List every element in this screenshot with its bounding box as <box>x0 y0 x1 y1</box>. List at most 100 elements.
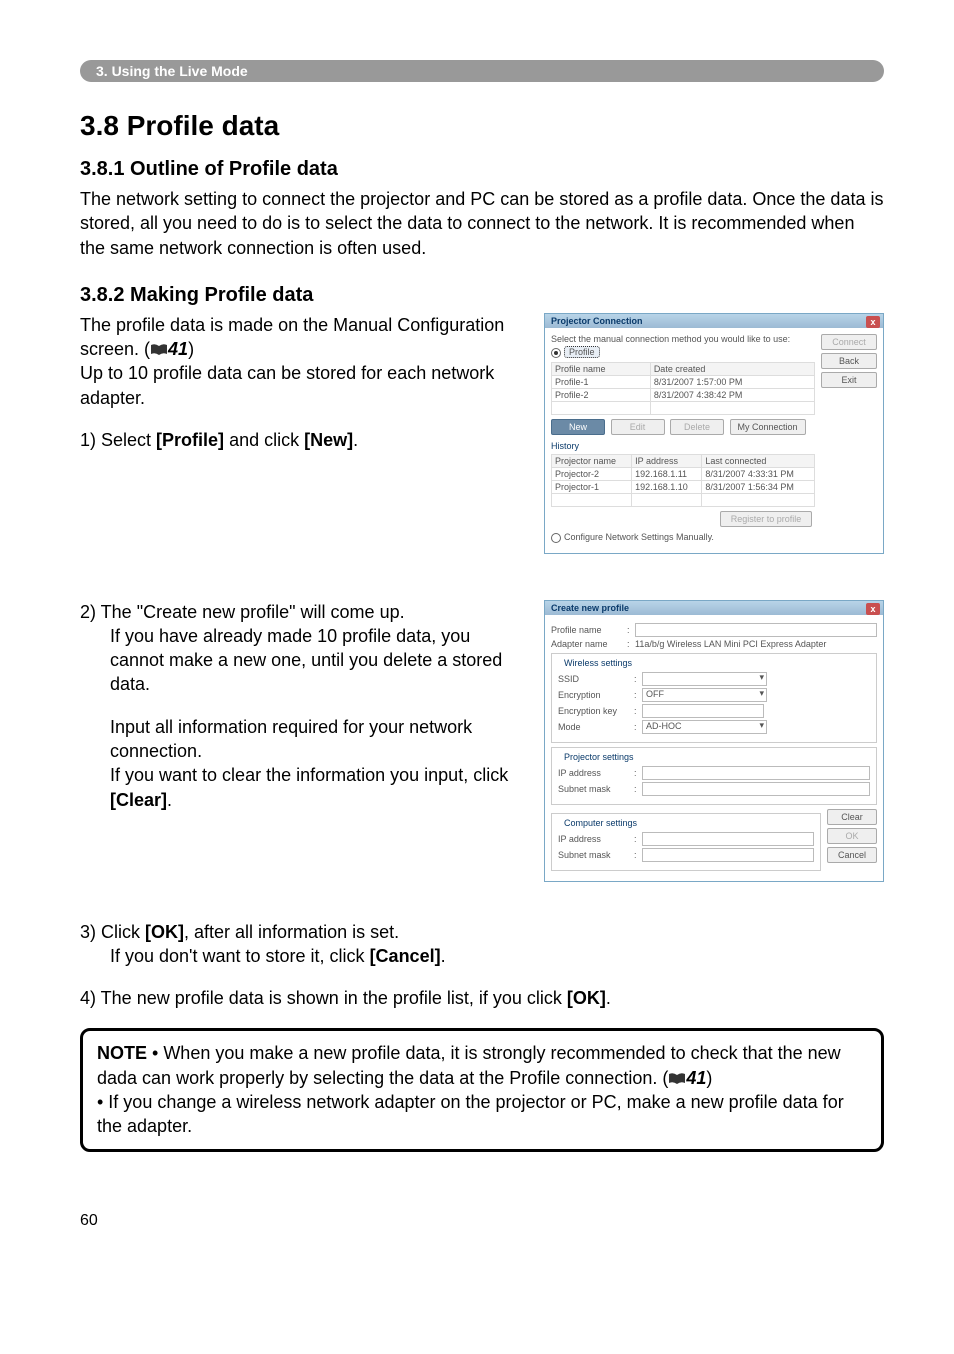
col-ip: IP address <box>632 454 702 467</box>
history-table: Projector nameIP addressLast connected P… <box>551 454 815 507</box>
chapter-title: 3. Using the Live Mode <box>96 63 248 79</box>
table-row: Profile-18/31/2007 1:57:00 PM <box>552 375 815 388</box>
page-number: 60 <box>80 1212 884 1230</box>
ref1: 41 <box>168 339 188 359</box>
profile-table: Profile nameDate created Profile-18/31/2… <box>551 362 815 415</box>
p1c: Up to 10 profile data can be stored for … <box>80 363 494 407</box>
table-row: Projector-2192.168.1.118/31/2007 4:33:31… <box>552 467 815 480</box>
step3d: If you don't want to store it, click <box>110 946 370 966</box>
note-ref: 41 <box>686 1068 706 1088</box>
enckey-input[interactable] <box>642 704 764 718</box>
step2d: If you want to clear the information you… <box>110 765 508 785</box>
outline-body: The network setting to connect the proje… <box>80 187 884 260</box>
col-profile-name: Profile name <box>552 362 651 375</box>
close-icon[interactable]: x <box>866 603 880 615</box>
proj-ip-label: IP address <box>558 768 634 778</box>
dialog1-title: Projector Connection <box>551 316 643 326</box>
delete-button[interactable]: Delete <box>670 419 724 435</box>
radio-dot-icon <box>551 533 561 543</box>
radio-profile-label: Profile <box>564 346 600 358</box>
new-button[interactable]: New <box>551 419 605 435</box>
note-p1: • When you make a new profile data, it i… <box>97 1043 841 1087</box>
book-icon <box>150 344 168 356</box>
ssid-select[interactable] <box>642 672 767 686</box>
ssid-label: SSID <box>558 674 634 684</box>
comp-ip-input[interactable] <box>642 832 814 846</box>
connect-button[interactable]: Connect <box>821 334 877 350</box>
encryption-label: Encryption <box>558 690 634 700</box>
radio-manual[interactable]: Configure Network Settings Manually. <box>551 532 815 543</box>
step4c: . <box>606 988 611 1008</box>
radio-dot-icon <box>551 348 561 358</box>
dialog1-subtitle: Select the manual connection method you … <box>551 334 815 344</box>
encryption-select[interactable]: OFF <box>642 688 767 702</box>
step3f: . <box>441 946 446 966</box>
proj-subnet-label: Subnet mask <box>558 784 634 794</box>
col-date-created: Date created <box>650 362 814 375</box>
step2e: [Clear] <box>110 790 167 810</box>
back-button[interactable]: Back <box>821 353 877 369</box>
table-row <box>552 493 815 506</box>
profile-name-label: Profile name <box>551 625 627 635</box>
table-row: Projector-1192.168.1.108/31/2007 1:56:34… <box>552 480 815 493</box>
p1a: The profile data is made on the Manual C… <box>80 315 504 359</box>
proj-ip-input[interactable] <box>642 766 870 780</box>
note-label: NOTE <box>97 1043 147 1063</box>
step2f: . <box>167 790 172 810</box>
col-projector-name: Projector name <box>552 454 632 467</box>
ok-button[interactable]: OK <box>827 828 877 844</box>
history-label: History <box>551 441 815 451</box>
edit-button[interactable]: Edit <box>611 419 665 435</box>
create-profile-dialog: Create new profile x Profile name: Adapt… <box>544 600 884 882</box>
chapter-header: 3. Using the Live Mode <box>80 60 884 82</box>
projector-connection-dialog: Projector Connection x Connect Back Exit… <box>544 313 884 554</box>
proj-subnet-input[interactable] <box>642 782 870 796</box>
close-icon[interactable]: x <box>866 316 880 328</box>
exit-button[interactable]: Exit <box>821 372 877 388</box>
section-title: 3.8 Profile data <box>80 110 884 142</box>
table-row: Profile-28/31/2007 4:38:42 PM <box>552 388 815 401</box>
step3e: [Cancel] <box>370 946 441 966</box>
note-p1b: ) <box>706 1068 712 1088</box>
wireless-group: Wireless settings <box>561 658 635 668</box>
col-last: Last connected <box>702 454 815 467</box>
note-box: NOTE • When you make a new profile data,… <box>80 1028 884 1151</box>
radio-manual-label: Configure Network Settings Manually. <box>564 532 714 542</box>
p1b: ) <box>188 339 194 359</box>
my-connection-button[interactable]: My Connection <box>730 419 806 435</box>
step3c: , after all information is set. <box>184 922 399 942</box>
step2-line1: 2) The "Create new profile" will come up… <box>80 600 526 624</box>
step1e: . <box>353 430 358 450</box>
table-row <box>552 401 815 414</box>
clear-button[interactable]: Clear <box>827 809 877 825</box>
note-p2: • If you change a wireless network adapt… <box>97 1092 844 1136</box>
projector-group: Projector settings <box>561 752 637 762</box>
register-button[interactable]: Register to profile <box>720 511 812 527</box>
adapter-name-label: Adapter name <box>551 639 627 649</box>
step3b: [OK] <box>145 922 184 942</box>
step1d: [New] <box>304 430 353 450</box>
step4b: [OK] <box>567 988 606 1008</box>
enckey-label: Encryption key <box>558 706 634 716</box>
book-icon <box>668 1073 686 1085</box>
comp-ip-label: IP address <box>558 834 634 844</box>
dialog1-titlebar: Projector Connection x <box>545 314 883 328</box>
step3a: 3) Click <box>80 922 145 942</box>
step2-body1: If you have already made 10 profile data… <box>80 624 526 697</box>
mode-label: Mode <box>558 722 634 732</box>
step1c: and click <box>224 430 304 450</box>
radio-profile[interactable]: Profile <box>551 346 815 358</box>
step2-body2: Input all information required for your … <box>80 715 526 764</box>
profile-name-input[interactable] <box>635 623 877 637</box>
comp-subnet-label: Subnet mask <box>558 850 634 860</box>
step1a: 1) Select <box>80 430 156 450</box>
adapter-name-value: 11a/b/g Wireless LAN Mini PCI Express Ad… <box>635 639 877 649</box>
subsection-title-making: 3.8.2 Making Profile data <box>80 284 884 307</box>
comp-subnet-input[interactable] <box>642 848 814 862</box>
step4a: 4) The new profile data is shown in the … <box>80 988 567 1008</box>
cancel-button[interactable]: Cancel <box>827 847 877 863</box>
mode-select[interactable]: AD-HOC <box>642 720 767 734</box>
computer-group: Computer settings <box>561 818 640 828</box>
dialog2-title: Create new profile <box>551 603 629 613</box>
dialog2-titlebar: Create new profile x <box>545 601 883 615</box>
